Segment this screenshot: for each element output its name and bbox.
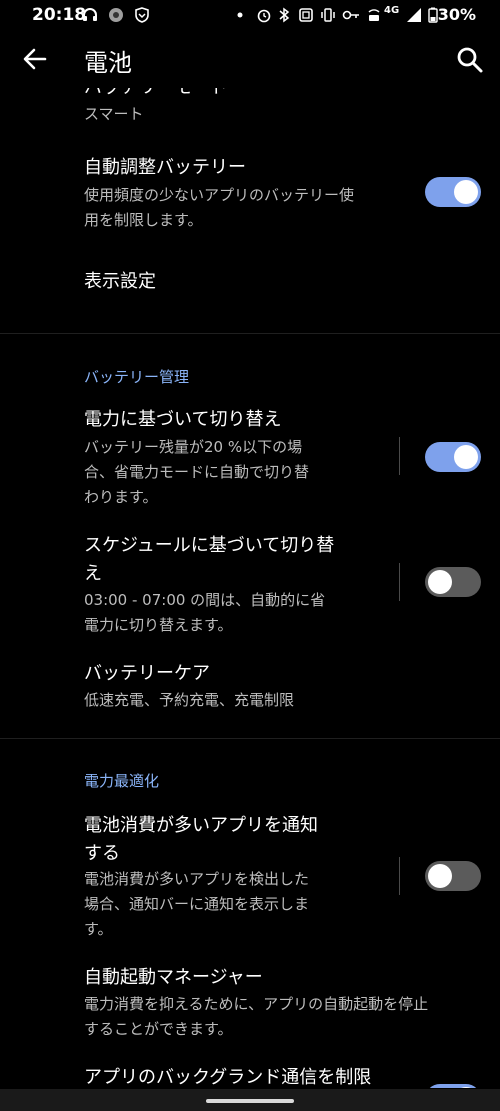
switch-by-schedule-title-line1: スケジュールに基づいて切り替 [84,535,335,556]
auto-start-manager-desc-line1: 電力消費を抑えるために、アプリの自動起動を停止 [84,995,429,1013]
switch-by-power-item[interactable]: 電力に基づいて切り替え バッテリー残量が20 %以下の場 合、省電力モードに自動… [0,404,500,508]
restrict-background-title: アプリのバックグランド通信を制限 [84,1067,372,1088]
signal-icon [407,8,421,22]
display-settings-item[interactable]: 表示設定 [0,264,500,304]
search-icon[interactable] [455,45,485,75]
switch-by-power-desc-line3: わります。 [84,488,158,506]
notify-heavy-apps-desc-line2: 場合、通知バーに通知を表示しま [84,895,310,913]
display-settings-title: 表示設定 [84,271,156,292]
switch-by-schedule-toggle[interactable] [425,567,481,597]
navigation-bar [0,1089,500,1111]
app-badge-icon [109,8,123,22]
vertical-separator [399,437,400,475]
auto-start-manager-title: 自動起動マネージャー [84,967,263,988]
battery-mode-title: バッテリーモード [84,88,228,102]
vibrate-icon [321,8,335,22]
vertical-separator [399,857,400,895]
switch-by-schedule-desc-line1: 03:00 - 07:00 の間は、自動的に省 [84,591,326,609]
restrict-background-toggle[interactable] [425,1084,481,1088]
adaptive-battery-desc-line1: 使用頻度の少ないアプリのバッテリー使 [84,186,355,204]
gesture-handle[interactable] [206,1099,294,1103]
auto-start-manager-desc-line2: することができます。 [84,1020,233,1038]
switch-by-power-title: 電力に基づいて切り替え [84,409,282,430]
section-divider [0,333,500,334]
toggle-knob [454,1087,478,1088]
notify-heavy-apps-title-line2: する [84,843,120,864]
volte-icon [368,9,380,21]
battery-care-desc: 低速充電、予約充電、充電制限 [84,691,295,709]
headset-icon [83,8,97,21]
adaptive-battery-item[interactable]: 自動調整バッテリー 使用頻度の少ないアプリのバッテリー使 用を制限します。 [0,152,500,236]
toggle-knob [428,864,452,888]
nfc-icon [299,8,313,22]
notify-heavy-apps-desc-line3: す。 [84,920,113,938]
app-bar: 電池 [0,32,500,88]
vertical-separator [399,563,400,601]
switch-by-schedule-item[interactable]: スケジュールに基づいて切り替 え 03:00 - 07:00 の間は、自動的に省… [0,530,500,638]
notify-heavy-apps-item[interactable]: 電池消費が多いアプリを通知 する 電池消費が多いアプリを検出した 場合、通知バー… [0,810,500,940]
back-arrow-icon[interactable] [20,44,50,74]
section-divider [0,738,500,739]
notify-heavy-apps-desc-line1: 電池消費が多いアプリを検出した [84,870,310,888]
battery-percent: 30% [437,5,476,24]
switch-by-schedule-title-line2: え [84,563,102,584]
network-type: 4G [384,5,400,16]
battery-care-title: バッテリーケア [84,663,210,684]
toggle-knob [428,570,452,594]
switch-by-power-toggle[interactable] [425,442,481,472]
restrict-background-item[interactable]: アプリのバックグランド通信を制限 [0,1062,500,1088]
toggle-knob [454,445,478,469]
switch-by-schedule-desc-line2: 電力に切り替えます。 [84,616,233,634]
toggle-knob [454,180,478,204]
bluetooth-icon [279,7,290,23]
key-icon [342,10,359,20]
adaptive-battery-toggle[interactable] [425,177,481,207]
switch-by-power-desc-line2: 合、省電力モードに自動で切り替 [84,463,310,481]
status-bar: 20:18 4G 30% [0,0,500,32]
switch-by-power-desc-line1: バッテリー残量が20 %以下の場 [84,438,303,456]
notify-heavy-apps-toggle[interactable] [425,861,481,891]
dot-icon [237,12,243,18]
shield-icon [135,7,149,23]
battery-mode-item[interactable]: バッテリーモード スマート [0,88,500,130]
section-header-battery-management: バッテリー管理 [84,368,190,386]
status-time: 20:18 [32,5,87,25]
battery-mode-value: スマート [84,105,144,123]
battery-care-item[interactable]: バッテリーケア 低速充電、予約充電、充電制限 [0,660,500,716]
battery-icon [428,7,438,23]
settings-list: バッテリーモード スマート 自動調整バッテリー 使用頻度の少ないアプリのバッテリ… [0,88,500,1088]
adaptive-battery-title: 自動調整バッテリー [84,157,246,178]
adaptive-battery-desc-line2: 用を制限します。 [84,211,203,229]
page-title: 電池 [84,49,132,77]
notify-heavy-apps-title-line1: 電池消費が多いアプリを通知 [84,815,318,836]
alarm-icon [257,9,271,23]
auto-start-manager-item[interactable]: 自動起動マネージャー 電力消費を抑えるために、アプリの自動起動を停止 することが… [0,962,500,1042]
section-header-power-optimization: 電力最適化 [84,772,160,790]
